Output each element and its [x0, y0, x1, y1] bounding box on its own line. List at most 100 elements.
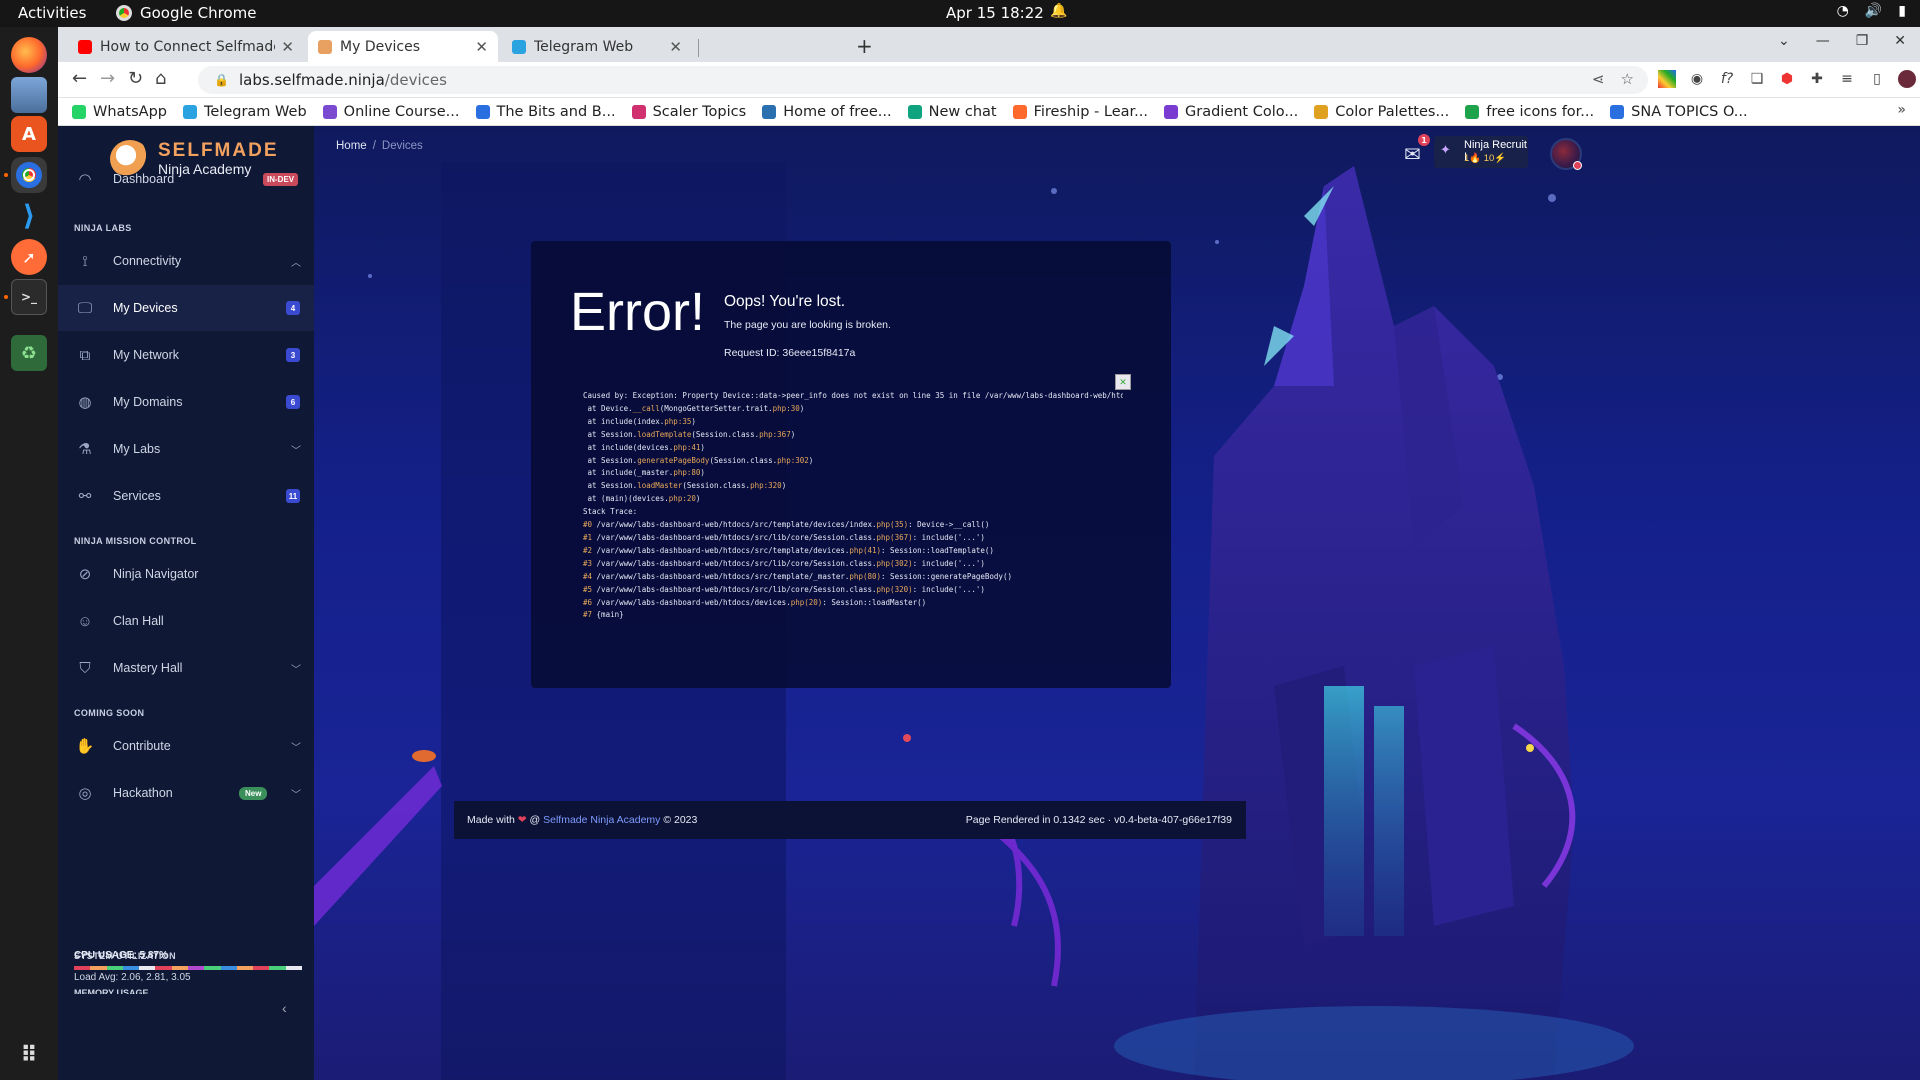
app-menu[interactable]: Google Chrome — [116, 4, 257, 22]
extension-copy-icon[interactable]: ❏ — [1748, 70, 1766, 88]
sidebar-item-my-domains[interactable]: ◍ My Domains 6 — [58, 379, 314, 425]
notification-bell-icon[interactable]: 🔔 — [1050, 3, 1067, 19]
extensions-puzzle-icon[interactable]: ✚ — [1808, 70, 1826, 88]
chrome-dock-icon[interactable] — [11, 157, 47, 193]
forward-icon[interactable]: → — [100, 68, 115, 89]
tab-close-icon[interactable]: ✕ — [669, 38, 682, 56]
bookmark-item[interactable]: Scaler Topics — [631, 104, 746, 120]
sidebar-item-my-network[interactable]: ⧉ My Network 3 — [58, 332, 314, 378]
vscode-icon[interactable]: ⟩ — [11, 197, 47, 233]
sidebar-item-clan-hall[interactable]: ☺ Clan Hall — [58, 598, 314, 644]
sidebar-item-mastery-hall[interactable]: ⛉ Mastery Hall ﹀ — [58, 645, 314, 691]
network-icon: ⧉ — [79, 346, 91, 364]
chrome-icon — [116, 5, 132, 21]
lock-icon[interactable]: 🔒 — [214, 73, 229, 87]
sidebar-item-my-devices[interactable]: 🖵 My Devices 4 — [58, 285, 314, 331]
bookmark-item[interactable]: free icons for... — [1465, 104, 1594, 120]
bookmark-item[interactable]: The Bits and B... — [475, 103, 616, 120]
terminal-icon[interactable]: >_ — [11, 279, 47, 315]
user-avatar[interactable] — [1550, 138, 1582, 170]
sidebar-item-my-labs[interactable]: ⚗ My Labs ﹀ — [58, 426, 314, 472]
bookmark-item[interactable]: New chat — [907, 104, 997, 120]
tab-close-icon[interactable]: ✕ — [281, 38, 294, 56]
files-icon[interactable] — [11, 77, 47, 113]
postman-icon[interactable]: ➚ — [11, 239, 47, 275]
restore-button[interactable]: ❐ — [1856, 33, 1869, 49]
system-tray[interactable]: ◔ 🔊 ▮ — [1837, 3, 1906, 19]
back-icon[interactable]: ← — [72, 68, 87, 89]
trace-stack-line: #7 {main} — [583, 610, 624, 620]
broken-image-icon: ✕ — [1115, 374, 1131, 390]
new-tab-button[interactable]: + — [856, 34, 873, 58]
telegram-icon — [512, 39, 526, 54]
bookmark-item[interactable]: Fireship - Lear... — [1012, 104, 1148, 120]
tab-search-icon[interactable]: ⌄ — [1778, 33, 1790, 49]
in-dev-badge: IN-DEV — [263, 172, 299, 186]
close-window-button[interactable]: ✕ — [1894, 33, 1906, 49]
clock[interactable]: Apr 15 18:22 — [946, 4, 1044, 22]
sidebar-item-ninja-navigator[interactable]: ⊘ Ninja Navigator — [58, 551, 314, 597]
route-icon: ⟟ — [82, 252, 88, 270]
bookmark-item[interactable]: SNA TOPICS O... — [1610, 103, 1748, 120]
activities-button[interactable]: Activities — [18, 4, 86, 22]
home-icon[interactable]: ⌂ — [155, 68, 166, 89]
bookmark-label: The Bits and B... — [496, 103, 616, 120]
academy-link[interactable]: Selfmade Ninja Academy — [543, 814, 660, 826]
trace-line: at include(devices.php:41) — [583, 442, 705, 452]
bookmark-favicon-icon — [1012, 104, 1027, 119]
collapse-sidebar-button[interactable]: ‹ — [282, 1000, 287, 1016]
bookmarks-overflow-button[interactable]: » — [1897, 102, 1906, 118]
sidebar-item-connectivity[interactable]: ⟟ Connectivity ︿ — [58, 238, 314, 284]
count-badge: 3 — [286, 348, 300, 362]
trash-icon[interactable]: ♻ — [11, 335, 47, 371]
bookmark-favicon-icon — [322, 104, 337, 119]
sidebar-item-dashboard[interactable]: ◠ Dashboard IN-DEV — [58, 156, 314, 202]
address-bar[interactable]: 🔒 labs.selfmade.ninja/devices ⋖ ☆ — [198, 66, 1648, 94]
extension-fx-icon[interactable]: f? — [1718, 70, 1736, 88]
count-badge: 4 — [286, 301, 300, 315]
trace-stack-line: #6 /var/www/labs-dashboard-web/htdocs/de… — [583, 597, 927, 607]
bookmark-item[interactable]: Online Course... — [322, 104, 460, 120]
reload-icon[interactable]: ↻ — [128, 68, 143, 89]
bookmark-item[interactable]: Telegram Web — [182, 104, 307, 120]
tab-close-icon[interactable]: ✕ — [475, 38, 488, 56]
heart-icon: ❤ — [517, 814, 527, 826]
at-sign: @ — [529, 814, 541, 826]
side-panel-icon[interactable]: ▯ — [1868, 70, 1886, 88]
firefox-icon[interactable] — [11, 37, 47, 73]
error-heading: Oops! You're lost. — [724, 293, 846, 310]
bookmark-star-icon[interactable]: ☆ — [1621, 70, 1634, 88]
bookmark-item[interactable]: Color Palettes... — [1314, 104, 1449, 120]
bookmark-item[interactable]: WhatsApp — [72, 104, 167, 120]
mail-icon[interactable]: ✉ — [1404, 142, 1421, 166]
rank-card[interactable]: ✦ Ninja Recruit I 1🔥 10⚡ — [1434, 136, 1528, 168]
software-center-icon[interactable]: A — [11, 116, 47, 152]
page-footer: Made with ❤ @ Selfmade Ninja Academy © 2… — [454, 801, 1246, 839]
sidebar-item-label: Services — [113, 489, 161, 503]
bookmark-item[interactable]: Home of free... — [762, 104, 892, 120]
show-apps-icon[interactable]: ⠿ — [11, 1037, 47, 1073]
request-id: Request ID: 36eee15f8417a — [724, 347, 856, 359]
extension-cookie-icon[interactable]: ◉ — [1688, 70, 1706, 88]
trace-caused-by: Caused by: Exception: Property Device::d… — [583, 391, 1123, 400]
tab-title: Telegram Web — [534, 38, 634, 55]
sidebar-item-services[interactable]: ⚯ Services 11 — [58, 473, 314, 519]
media-queue-icon[interactable]: ≡ — [1838, 70, 1856, 88]
tab-telegram[interactable]: Telegram Web ✕ — [502, 31, 692, 62]
extension-shield-icon[interactable]: ⬢ — [1778, 70, 1796, 88]
bookmark-favicon-icon — [1465, 104, 1480, 119]
profile-avatar-icon[interactable] — [1898, 70, 1916, 88]
share-icon[interactable]: ⋖ — [1592, 70, 1605, 88]
breadcrumb-home[interactable]: Home — [336, 140, 367, 152]
sidebar-item-hackathon[interactable]: ◎ Hackathon New ﹀ — [58, 770, 314, 816]
extension-colorpicker-icon[interactable] — [1658, 70, 1676, 88]
tab-my-devices[interactable]: My Devices ✕ — [308, 31, 498, 62]
bookmark-label: SNA TOPICS O... — [1631, 103, 1748, 120]
sidebar-item-label: My Devices — [113, 301, 178, 315]
minimize-button[interactable]: — — [1816, 33, 1830, 49]
tab-how-to-connect[interactable]: How to Connect Selfmade ✕ — [68, 31, 304, 62]
sidebar-item-contribute[interactable]: ✋ Contribute ﹀ — [58, 723, 314, 769]
bookmark-item[interactable]: Gradient Colo... — [1164, 104, 1298, 120]
sidebar-item-label: Ninja Navigator — [113, 567, 199, 581]
chevron-down-icon: ﹀ — [291, 789, 301, 801]
